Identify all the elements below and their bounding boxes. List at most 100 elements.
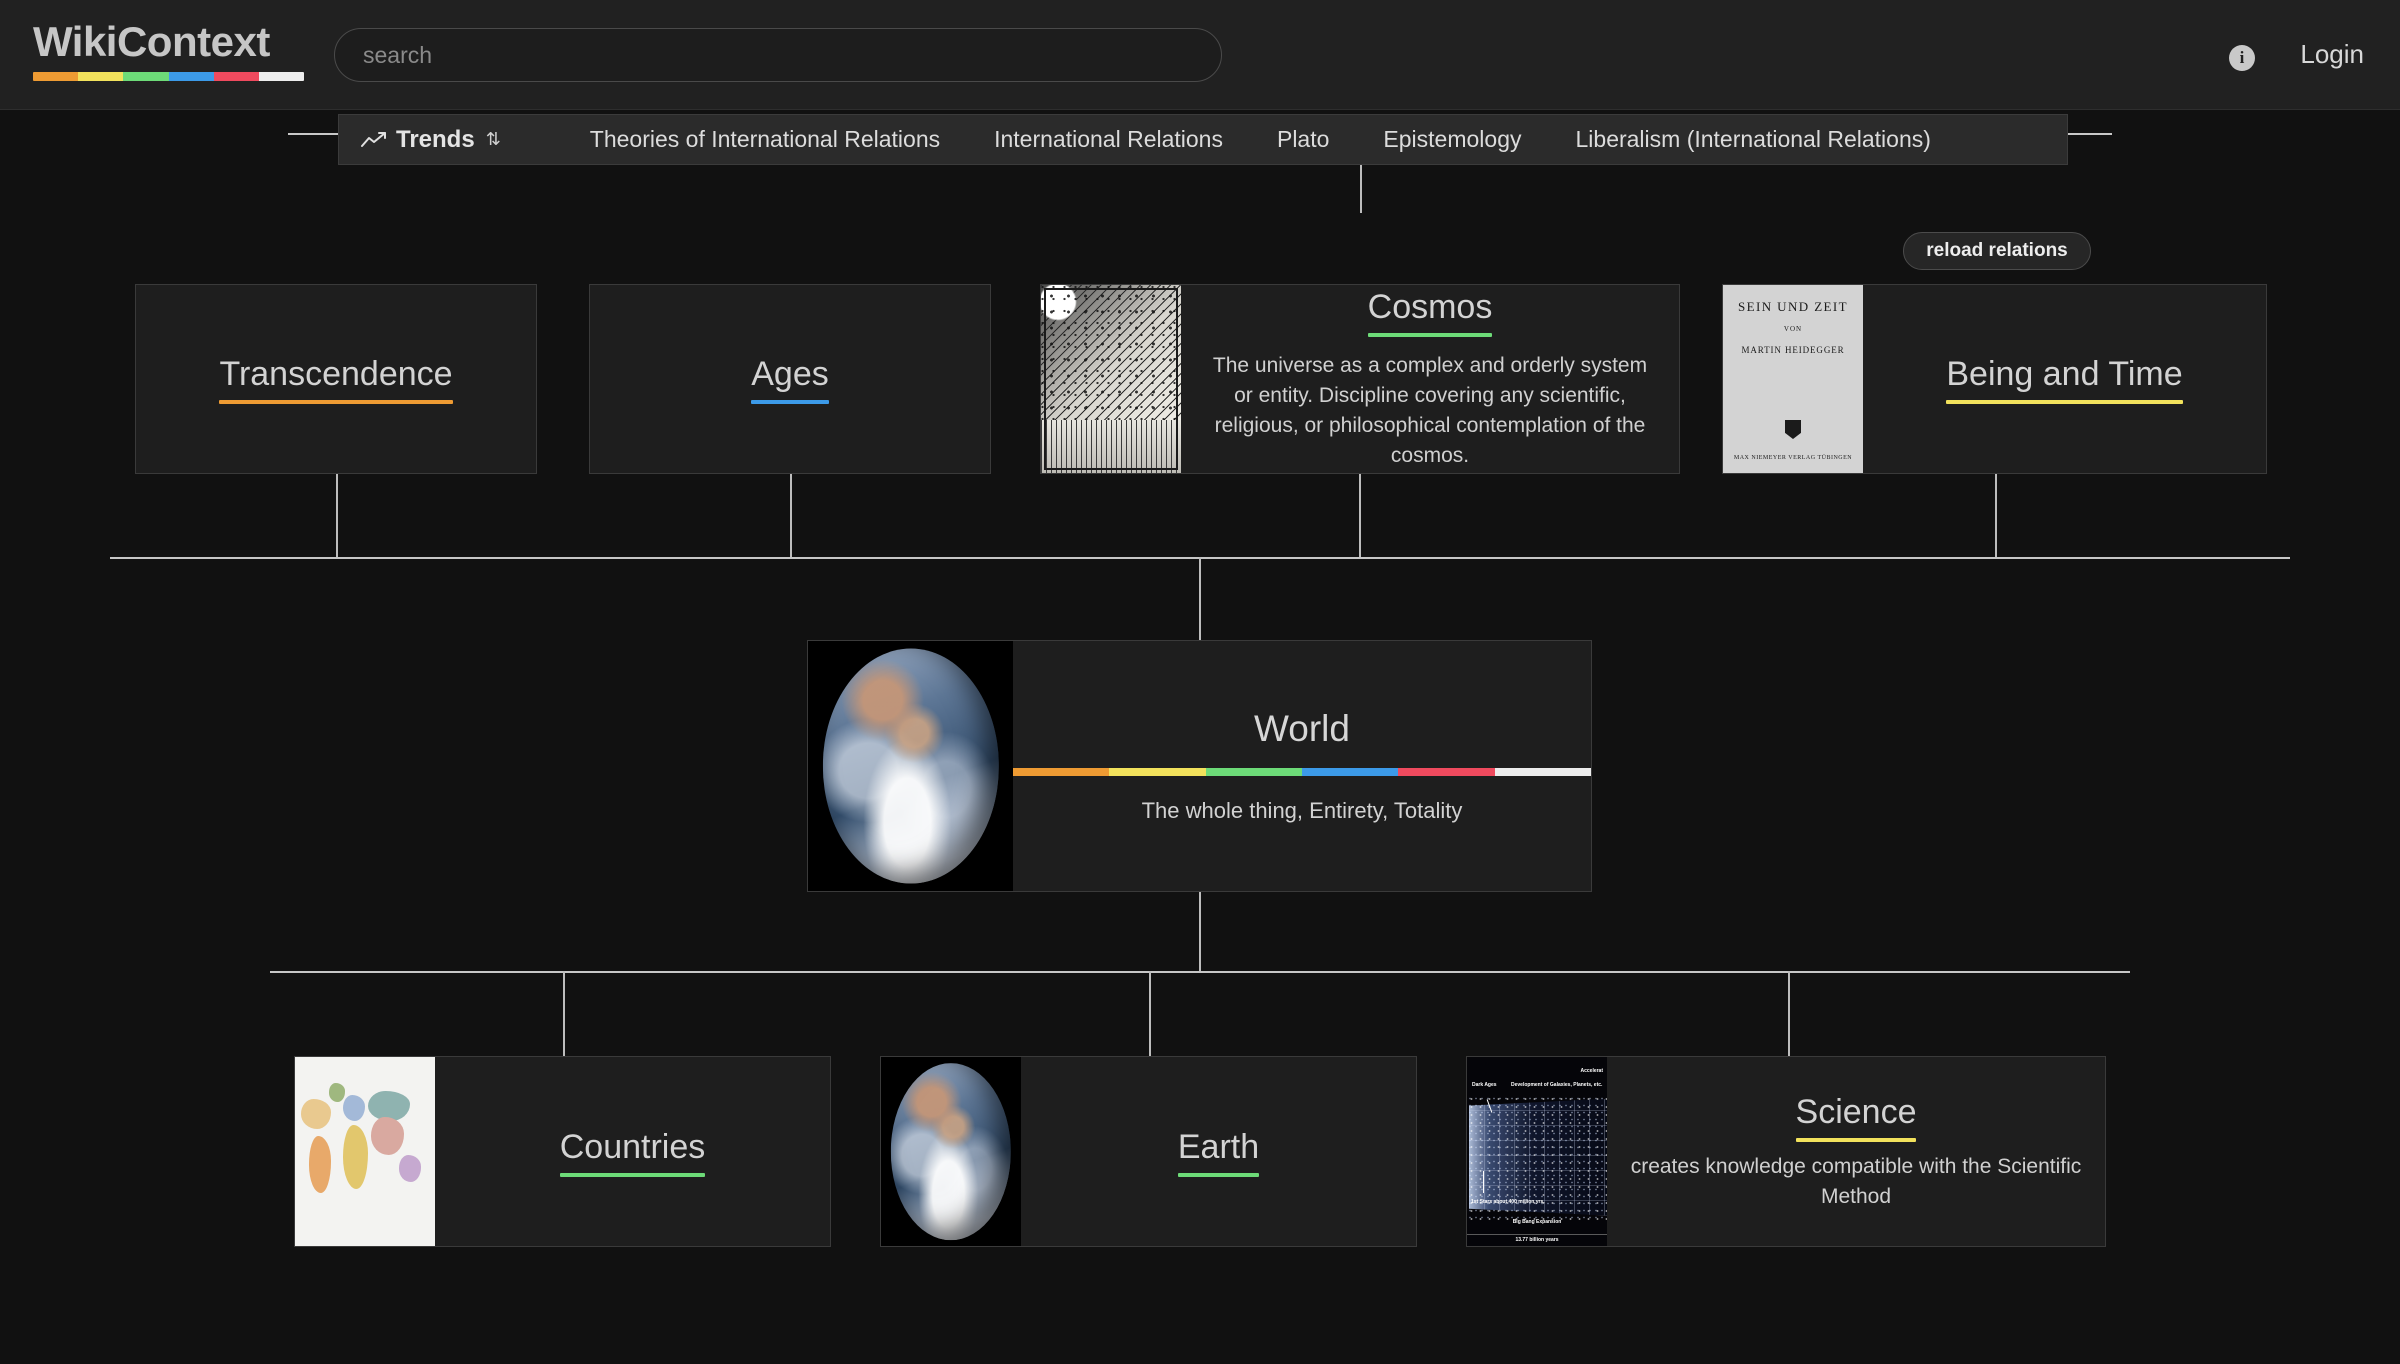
trends-connector-right	[2064, 133, 2112, 135]
map-landmass	[309, 1136, 332, 1194]
card-title: Countries	[559, 1127, 706, 1166]
logo-color-bar	[33, 72, 304, 81]
bb-label-dark-ages: Dark Ages	[1472, 1081, 1497, 1088]
card-title: Science	[1795, 1092, 1917, 1131]
node-card-countries[interactable]: Countries	[294, 1056, 831, 1247]
trend-item[interactable]: International Relations	[967, 126, 1250, 153]
card-title-wrap: Science	[1795, 1092, 1917, 1142]
connector-trends-to-graph	[1360, 165, 1362, 213]
card-title-wrap: Transcendence	[219, 354, 453, 404]
book-byline: VON	[1783, 325, 1803, 333]
card-title: Earth	[1177, 1127, 1260, 1166]
card-body: Science creates knowledge compatible wit…	[1607, 1057, 2105, 1246]
world-bar-segment-1	[1013, 768, 1110, 776]
card-title: Being and Time	[1946, 355, 2183, 393]
card-thumbnail-world-map	[295, 1057, 435, 1246]
earth-photo-image	[881, 1057, 1021, 1246]
node-card-science[interactable]: Accelerat Dark Ages Development of Galax…	[1466, 1056, 2106, 1247]
card-thumbnail-book-cover: SEIN UND ZEIT VON MARTIN HEIDEGGER MAX N…	[1723, 285, 1863, 473]
connector-bus-to-center	[1199, 557, 1201, 640]
card-body: Earth	[1021, 1057, 1416, 1246]
world-map-image	[295, 1057, 435, 1246]
sort-toggle-icon[interactable]: ⇅	[486, 129, 501, 150]
logo-text: WikiContext	[33, 18, 270, 65]
card-thumbnail-big-bang: Accelerat Dark Ages Development of Galax…	[1467, 1057, 1607, 1246]
cosmos-frame	[1044, 288, 1178, 470]
trends-label: Trends	[396, 125, 475, 153]
card-accent-underline	[1946, 400, 2183, 404]
wikicontext-page: WikiContext i Login	[0, 0, 2400, 1364]
card-body: World The whole thing, Entirety, Totalit…	[1013, 641, 1591, 891]
trend-item[interactable]: Liberalism (International Relations)	[1549, 126, 1958, 153]
node-card-ages[interactable]: Ages	[589, 284, 991, 474]
trends-item-list: Theories of International Relations Inte…	[515, 126, 2067, 153]
card-title: Cosmos	[1367, 288, 1493, 326]
card-accent-underline	[1795, 1137, 1917, 1142]
node-card-earth[interactable]: Earth	[880, 1056, 1417, 1247]
connector-parent-drop-3	[1359, 474, 1361, 558]
logo-bar-segment-2	[78, 72, 124, 81]
logo-bar-segment-1	[33, 72, 79, 81]
connector-child-drop-2	[1149, 971, 1151, 1056]
card-thumbnail-earth	[881, 1057, 1021, 1246]
connector-child-drop-3	[1788, 971, 1790, 1056]
card-accent-underline	[751, 400, 829, 404]
card-description: The universe as a complex and orderly sy…	[1212, 354, 1648, 467]
node-card-world[interactable]: World The whole thing, Entirety, Totalit…	[807, 640, 1592, 892]
card-title-wrap: Countries	[559, 1127, 706, 1177]
world-bar-segment-4	[1301, 768, 1399, 776]
reload-relations-button[interactable]: reload relations	[1903, 232, 2091, 270]
logo[interactable]: WikiContext	[33, 18, 304, 81]
card-title: Transcendence	[219, 355, 453, 393]
trend-item[interactable]: Epistemology	[1356, 126, 1548, 153]
book-cover-image: SEIN UND ZEIT VON MARTIN HEIDEGGER MAX N…	[1723, 285, 1863, 473]
bb-label-first-stars: 1st Stars about 400 million yrs.	[1471, 1199, 1545, 1206]
node-card-transcendence[interactable]: Transcendence	[135, 284, 537, 474]
search-input[interactable]	[335, 29, 1221, 81]
book-publisher: MAX NIEMEYER VERLAG TÜBINGEN	[1733, 455, 1853, 461]
trends-toggle[interactable]: Trends ⇅	[339, 126, 515, 154]
logo-bar-segment-4	[168, 72, 214, 81]
page-header: WikiContext i Login	[0, 0, 2400, 110]
world-bar-segment-3	[1205, 768, 1302, 776]
card-body: Ages	[590, 285, 990, 473]
connector-parent-drop-1	[336, 474, 338, 558]
world-color-bar	[1013, 768, 1591, 776]
search-box[interactable]	[334, 28, 1222, 82]
bb-pointer-first-stars	[1483, 1171, 1484, 1194]
card-body: Being and Time	[1863, 285, 2266, 473]
node-card-cosmos[interactable]: Cosmos The universe as a complex and ord…	[1040, 284, 1680, 474]
trend-item[interactable]: Theories of International Relations	[563, 126, 967, 153]
node-card-being-and-time[interactable]: SEIN UND ZEIT VON MARTIN HEIDEGGER MAX N…	[1722, 284, 2267, 474]
card-accent-underline	[559, 1172, 706, 1177]
trending-up-icon	[361, 131, 387, 148]
map-landmass	[398, 1155, 421, 1182]
card-title-wrap: Ages	[751, 354, 829, 404]
logo-bar-segment-3	[123, 72, 169, 81]
world-bar-segment-6	[1494, 768, 1591, 776]
login-button[interactable]: Login	[2300, 39, 2364, 70]
connector-child-drop-1	[563, 971, 565, 1056]
card-title-wrap: Cosmos	[1367, 287, 1493, 337]
card-thumbnail-earth	[808, 641, 1013, 891]
info-icon[interactable]: i	[2229, 45, 2255, 71]
trend-item[interactable]: Plato	[1250, 126, 1356, 153]
book-author: MARTIN HEIDEGGER	[1741, 345, 1845, 355]
bb-label-expansion: Big Bang Expansion	[1512, 1219, 1562, 1226]
card-body: Transcendence	[136, 285, 536, 473]
card-title-wrap: Being and Time	[1946, 354, 2183, 404]
card-accent-underline	[1177, 1172, 1260, 1177]
card-body: Countries	[435, 1057, 830, 1246]
connector-parent-drop-4	[1995, 474, 1997, 558]
connector-center-to-bus	[1199, 892, 1201, 972]
earth-photo-image	[808, 641, 1013, 891]
card-accent-underline	[1367, 333, 1493, 337]
map-landmass	[342, 1125, 368, 1190]
map-landmass	[300, 1098, 332, 1129]
cosmos-engraving-image	[1041, 285, 1181, 473]
card-title-wrap: Earth	[1177, 1127, 1260, 1177]
bb-label-accelerating: Accelerat	[1580, 1068, 1603, 1075]
world-bar-segment-5	[1398, 768, 1495, 776]
logo-bar-segment-6	[258, 72, 304, 81]
card-description: creates knowledge compatible with the Sc…	[1630, 1154, 2082, 1208]
